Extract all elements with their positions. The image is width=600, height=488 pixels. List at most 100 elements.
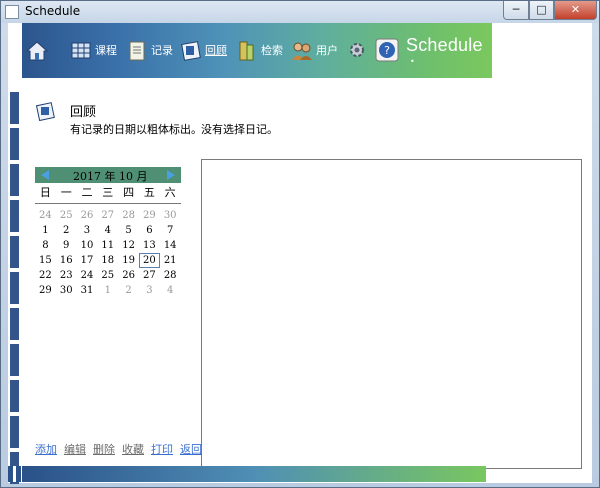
calendar-day[interactable]: 26 bbox=[118, 268, 139, 283]
bottom-left-decor bbox=[8, 466, 22, 482]
svg-text:?: ? bbox=[384, 44, 390, 57]
toolbar-help[interactable]: ? bbox=[374, 37, 405, 63]
calendar-day[interactable]: 18 bbox=[97, 253, 118, 268]
calendar-day[interactable]: 23 bbox=[56, 268, 77, 283]
calendar-day[interactable]: 26 bbox=[77, 208, 98, 223]
review-pane: 回顾 有记录的日期以粗体标出。 2017 年 10 月 日一二三四五六 24 25 2… bbox=[22, 78, 592, 469]
back-link[interactable]: 返回 bbox=[180, 441, 202, 457]
calendar-day[interactable]: 1 bbox=[97, 283, 118, 298]
calendar-day[interactable]: 29 bbox=[139, 208, 160, 223]
edit-link[interactable]: 编辑 bbox=[64, 441, 86, 457]
calendar-grid: 日一二三四五六 24 25 26 27 28 29 30 1 2 3 4 5 6 7 8 9 10 11 12 13 14… bbox=[35, 183, 181, 298]
calendar-day[interactable]: 29 bbox=[35, 283, 56, 298]
diary-content-box[interactable] bbox=[201, 159, 582, 469]
review-icon bbox=[35, 102, 56, 122]
client-area: 课程 记录 回顾 检索 用户 ? Schedule • 回顾 有记录的日期以粗体… bbox=[8, 23, 592, 484]
weekday-header: 六 bbox=[164, 186, 176, 199]
weekday-header: 四 bbox=[123, 186, 135, 199]
user-icon bbox=[291, 40, 312, 60]
calendar-day[interactable]: 12 bbox=[118, 238, 139, 253]
calendar-day[interactable]: 3 bbox=[139, 283, 160, 298]
window-title: Schedule bbox=[25, 4, 81, 18]
minimize-button[interactable]: ─ bbox=[503, 1, 529, 20]
calendar: 2017 年 10 月 日一二三四五六 24 25 26 27 28 29 30 1 2 3 4 5 6 7… bbox=[35, 167, 181, 298]
calendar-day[interactable]: 30 bbox=[160, 208, 181, 223]
left-decor-strip bbox=[8, 78, 22, 484]
calendar-day[interactable]: 15 bbox=[35, 253, 56, 268]
calendar-day[interactable]: 24 bbox=[35, 208, 56, 223]
toolbar-record[interactable]: 记录 bbox=[126, 37, 173, 63]
calendar-day[interactable]: 2 bbox=[56, 223, 77, 238]
brand-mark: • bbox=[410, 57, 415, 66]
calendar-day[interactable]: 30 bbox=[56, 283, 77, 298]
weekday-header: 五 bbox=[143, 186, 155, 199]
calendar-day[interactable]: 9 bbox=[56, 238, 77, 253]
calendar-day[interactable]: 28 bbox=[160, 268, 181, 283]
delete-link[interactable]: 删除 bbox=[93, 441, 115, 457]
calendar-day[interactable]: 24 bbox=[77, 268, 98, 283]
print-link[interactable]: 打印 bbox=[151, 441, 173, 457]
previous-month-icon[interactable] bbox=[41, 170, 49, 180]
favorite-link[interactable]: 收藏 bbox=[122, 441, 144, 457]
calendar-month-title: 2017 年 10 月 bbox=[73, 170, 148, 183]
calendar-day[interactable]: 21 bbox=[160, 253, 181, 268]
toolbar-settings[interactable] bbox=[347, 37, 372, 63]
calendar-day[interactable]: 22 bbox=[35, 268, 56, 283]
toolbar-review[interactable]: 回顾 bbox=[180, 37, 227, 63]
add-link[interactable]: 添加 bbox=[35, 441, 57, 457]
toolbar-course[interactable]: 课程 bbox=[70, 37, 117, 63]
calendar-day[interactable]: 31 bbox=[77, 283, 98, 298]
calendar-day[interactable]: 16 bbox=[56, 253, 77, 268]
help-icon: ? bbox=[374, 37, 400, 63]
home-icon bbox=[25, 40, 49, 61]
calendar-day[interactable]: 11 bbox=[97, 238, 118, 253]
weekday-header: 二 bbox=[81, 186, 93, 199]
app-icon bbox=[5, 5, 19, 19]
toolbar-home[interactable] bbox=[25, 37, 51, 63]
calendar-divider bbox=[35, 203, 181, 204]
calendar-day[interactable]: 10 bbox=[77, 238, 98, 253]
toolbar-search[interactable]: 检索 bbox=[236, 37, 283, 63]
page-title: 回顾 bbox=[70, 105, 97, 120]
app-window: Schedule ─ □ ✕ 课程 记录 回顾 检索 用户 ? Schedule… bbox=[0, 0, 600, 488]
calendar-day[interactable]: 4 bbox=[160, 283, 181, 298]
weekday-header: 一 bbox=[60, 186, 72, 199]
calendar-day[interactable]: 19 bbox=[118, 253, 139, 268]
brand-title: Schedule bbox=[406, 35, 483, 55]
calendar-day[interactable]: 27 bbox=[139, 268, 160, 283]
calendar-day[interactable]: 27 bbox=[97, 208, 118, 223]
toolbar-user[interactable]: 用户 bbox=[291, 37, 338, 63]
calendar-day[interactable]: 4 bbox=[97, 223, 118, 238]
weekday-header: 三 bbox=[102, 186, 114, 199]
maximize-button[interactable]: □ bbox=[529, 1, 554, 20]
title-bar[interactable]: Schedule ─ □ ✕ bbox=[1, 1, 599, 23]
course-icon bbox=[70, 40, 91, 60]
calendar-day[interactable]: 17 bbox=[77, 253, 98, 268]
main-toolbar: 课程 记录 回顾 检索 用户 ? Schedule • bbox=[8, 23, 492, 78]
calendar-day[interactable]: 28 bbox=[118, 208, 139, 223]
calendar-day[interactable]: 25 bbox=[97, 268, 118, 283]
calendar-day[interactable]: 3 bbox=[77, 223, 98, 238]
calendar-header: 2017 年 10 月 bbox=[35, 167, 181, 183]
calendar-day[interactable]: 20 bbox=[138, 253, 160, 268]
search-icon bbox=[236, 40, 256, 61]
bottom-bar bbox=[22, 466, 486, 482]
next-month-icon[interactable] bbox=[167, 170, 175, 180]
calendar-day[interactable]: 7 bbox=[160, 223, 181, 238]
page-subtitle: 有记录的日期以粗体标出。 bbox=[70, 123, 202, 136]
calendar-day[interactable]: 2 bbox=[118, 283, 139, 298]
gear-icon bbox=[347, 40, 367, 60]
action-links: 添加 编辑 删除 收藏 打印 返回 bbox=[35, 441, 202, 457]
record-icon bbox=[126, 40, 146, 61]
review-icon bbox=[180, 40, 201, 61]
close-button[interactable]: ✕ bbox=[554, 1, 597, 20]
calendar-day[interactable]: 8 bbox=[35, 238, 56, 253]
calendar-day[interactable]: 1 bbox=[35, 223, 56, 238]
calendar-day[interactable]: 6 bbox=[139, 223, 160, 238]
calendar-day[interactable]: 13 bbox=[139, 238, 160, 253]
calendar-day[interactable]: 25 bbox=[56, 208, 77, 223]
diary-status: 没有选择日记。 bbox=[201, 123, 278, 136]
calendar-day[interactable]: 5 bbox=[118, 223, 139, 238]
calendar-day[interactable]: 14 bbox=[160, 238, 181, 253]
weekday-header: 日 bbox=[39, 186, 51, 199]
